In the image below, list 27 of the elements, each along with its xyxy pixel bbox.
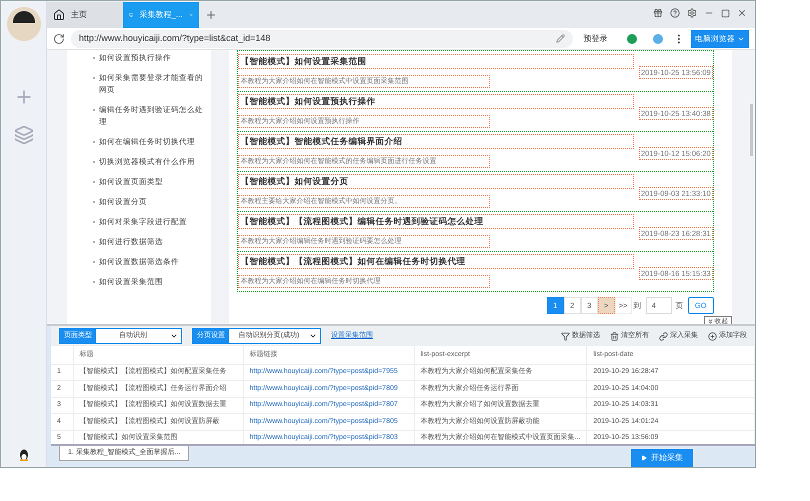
article-title[interactable]: 【智能模式】如何设置预执行操作: [238, 94, 634, 110]
gift-icon[interactable]: [653, 8, 663, 18]
maximize-icon[interactable]: [721, 8, 730, 18]
article-title[interactable]: 【智能模式】如何设置采集范围: [238, 54, 634, 69]
article-title[interactable]: 【智能模式】智能模式任务编辑界面介绍: [238, 134, 634, 150]
play-icon: [641, 455, 647, 462]
chevrons-down-icon: [706, 318, 714, 324]
edit-icon[interactable]: [556, 34, 566, 44]
article-title[interactable]: 【智能模式】如何设置分页: [238, 174, 634, 190]
settings-icon[interactable]: [687, 8, 697, 18]
article-title[interactable]: 【智能模式】【流程图模式】编辑任务时遇到验证码怎么处理: [238, 214, 634, 230]
help-icon[interactable]: [670, 8, 680, 18]
penguin-icon[interactable]: [18, 449, 28, 461]
home-icon: [53, 9, 65, 22]
avatar[interactable]: [6, 7, 40, 41]
reload-icon[interactable]: [53, 32, 65, 45]
browser-tab[interactable]: 主页: [47, 2, 123, 28]
plus-circle-icon: [708, 332, 717, 341]
article-title[interactable]: 【智能模式】【流程图模式】如何在编辑任务时切换代理: [238, 254, 634, 270]
close-icon[interactable]: [737, 8, 747, 18]
new-tab-icon[interactable]: [205, 9, 217, 22]
trash-icon: [610, 332, 619, 341]
pre-login-button[interactable]: 预登录: [579, 32, 612, 45]
link-icon: [659, 332, 668, 341]
scrollbar-thumb[interactable]: [750, 104, 753, 156]
filter-icon: [561, 332, 570, 341]
address-field[interactable]: http://www.houyicaiji.com/?type=list&cat_id=148: [70, 30, 574, 48]
